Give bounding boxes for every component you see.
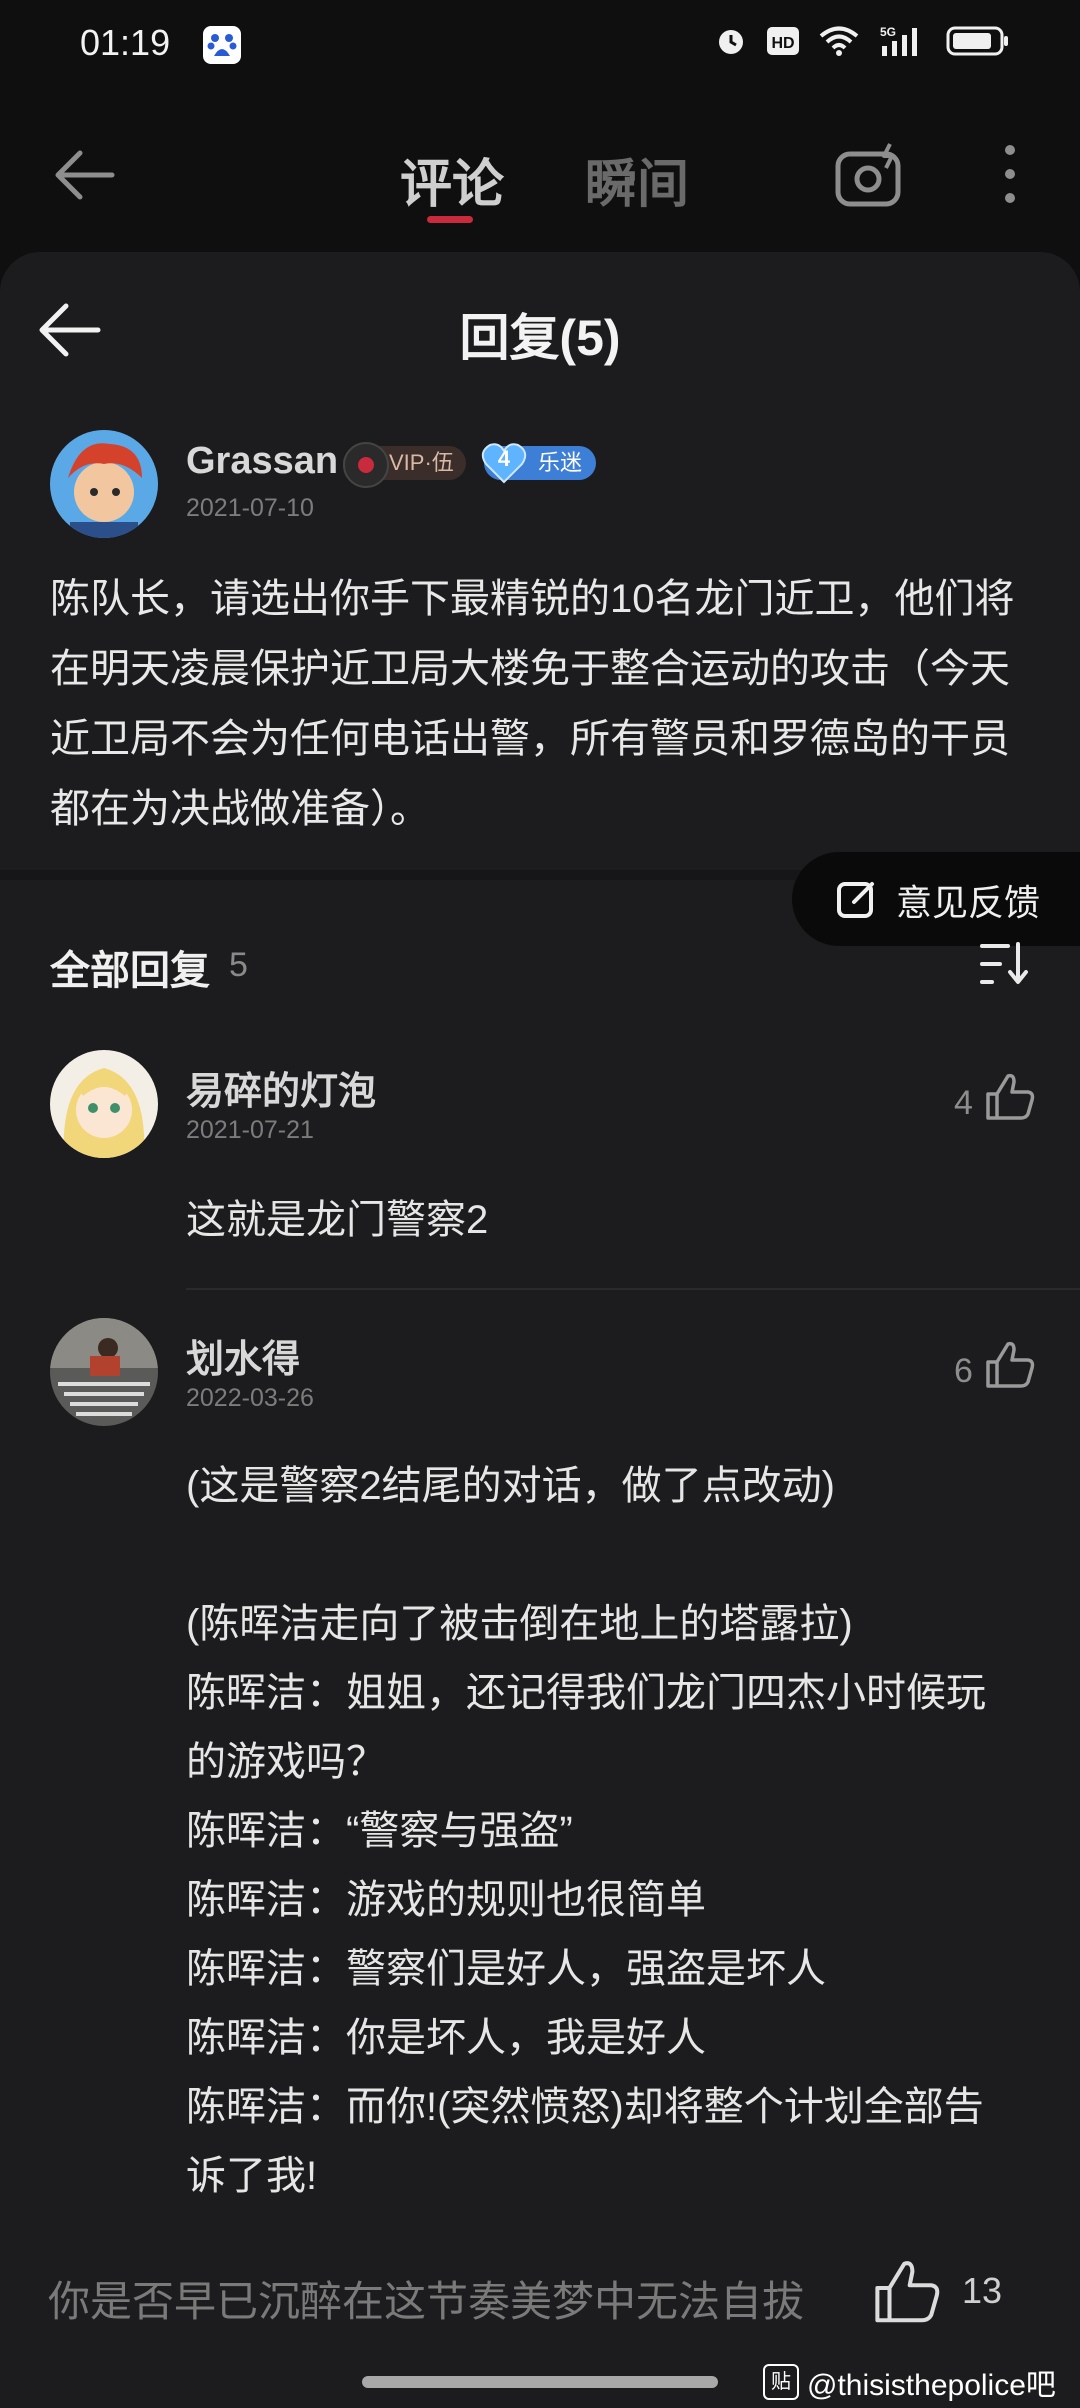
status-bar: 01:19 HD 5G (0, 0, 1080, 96)
reply-line: 的游戏吗？ (186, 1740, 386, 1784)
reply-line: 诉了我! (186, 2154, 318, 2198)
reply-line: 陈晖洁：而你!(突然愤怒)却将整个计划全部告 (186, 2085, 984, 2129)
status-icons: HD 5G (714, 24, 1010, 58)
all-replies-count: 5 (229, 946, 248, 984)
reply-line: 陈晖洁：警察们是好人，强盗是坏人 (186, 1947, 826, 1991)
active-tab-indicator (427, 216, 473, 223)
svg-text:HD: HD (771, 35, 794, 52)
thumbs-up-icon (986, 1341, 1035, 1388)
thumbs-up-icon (875, 2261, 940, 2323)
reply-date: 2021-07-21 (186, 1116, 314, 1144)
fan-level-heart-icon: 4 (480, 440, 528, 486)
like-button[interactable] (984, 1072, 1036, 1127)
tab-comments[interactable]: 评论 (400, 142, 504, 217)
home-indicator[interactable] (362, 2376, 718, 2388)
reply-line: (陈晖洁走向了被击倒在地上的塔露拉) (186, 1602, 853, 1646)
feedback-label: 意见反馈 (896, 882, 1041, 923)
avatar[interactable] (50, 430, 158, 538)
list-item: 划水得 2022-03-26 6 (这是警察2结尾的对话，做了点改动) (陈晖洁… (0, 1318, 1080, 2218)
sort-button[interactable] (978, 940, 1032, 993)
watermark: 贴 @thisisthepolice吧 (763, 2360, 1056, 2404)
all-replies-title: 全部回复 (50, 949, 210, 993)
list-item: 易碎的灯泡 2021-07-21 4 这就是龙门警察2 (0, 1050, 1080, 1290)
bottom-like-button[interactable] (872, 2258, 942, 2331)
feedback-button[interactable]: 意见反馈 (792, 852, 1080, 946)
camera-button[interactable] (834, 140, 906, 215)
back-arrow-icon (39, 303, 101, 357)
more-vertical-icon (1005, 145, 1015, 203)
post-content: 陈队长，请选出你手下最精锐的10名龙门近卫，他们将在明天凌晨保护近卫局大楼免于整… (50, 577, 1015, 831)
post-date: 2021-07-10 (186, 494, 314, 522)
svg-text:5G: 5G (880, 25, 896, 39)
avatar[interactable] (50, 1318, 158, 1426)
reply-line: (这是警察2结尾的对话，做了点改动) (186, 1464, 835, 1508)
reply-line: 陈晖洁：姐姐，还记得我们龙门四杰小时候玩 (186, 1671, 986, 1715)
wifi-icon (819, 26, 859, 56)
reply-text: 这就是龙门警察2 (186, 1198, 489, 1242)
status-time: 01:19 (80, 22, 171, 63)
tab-moments[interactable]: 瞬间 (585, 142, 689, 217)
camera-icon (835, 143, 901, 207)
sort-icon (980, 942, 1028, 984)
post-username[interactable]: Grassan (186, 440, 338, 483)
back-arrow-icon (55, 150, 115, 200)
row-divider (186, 1288, 1080, 1290)
sheet-title: 回复(5) (459, 310, 621, 366)
vinyl-disc-icon (343, 442, 389, 488)
reply-date: 2022-03-26 (186, 1384, 314, 1412)
bottom-like-count: 13 (962, 2270, 1003, 2311)
sheet-back-button[interactable] (36, 300, 106, 365)
back-button[interactable] (50, 145, 120, 210)
like-count: 6 (954, 1352, 973, 1390)
reply-username[interactable]: 划水得 (186, 1328, 300, 1383)
like-button[interactable] (984, 1340, 1036, 1395)
baidu-app-icon (203, 26, 241, 64)
like-count: 4 (954, 1084, 973, 1122)
battery-icon (946, 26, 1008, 56)
more-options-button[interactable] (1000, 142, 1020, 211)
reply-line: 陈晖洁：“警察与强盗” (186, 1809, 573, 1853)
reply-line (186, 1521, 1066, 1590)
signal-5g-icon: 5G (880, 25, 917, 56)
tieba-logo-icon: 贴 (763, 2364, 799, 2400)
avatar[interactable] (50, 1050, 158, 1158)
hd-icon: HD (767, 27, 799, 55)
alarm-icon (719, 30, 743, 54)
reply-line: 陈晖洁：你是坏人，我是好人 (186, 2016, 706, 2060)
watermark-text: @thisisthepolice吧 (807, 2369, 1056, 2402)
fan-level: 4 (497, 446, 511, 471)
reply-text: (这是警察2结尾的对话，做了点改动) (陈晖洁走向了被击倒在地上的塔露拉) 陈晖… (186, 1452, 1066, 2211)
thumbs-up-icon (986, 1073, 1035, 1120)
edit-icon (837, 882, 874, 918)
reply-username[interactable]: 易碎的灯泡 (186, 1060, 376, 1115)
reply-line: 陈晖洁：游戏的规则也很简单 (186, 1878, 706, 1922)
reply-input[interactable]: 你是否早已沉醉在这节奏美梦中无法自拔 (48, 2268, 804, 2329)
